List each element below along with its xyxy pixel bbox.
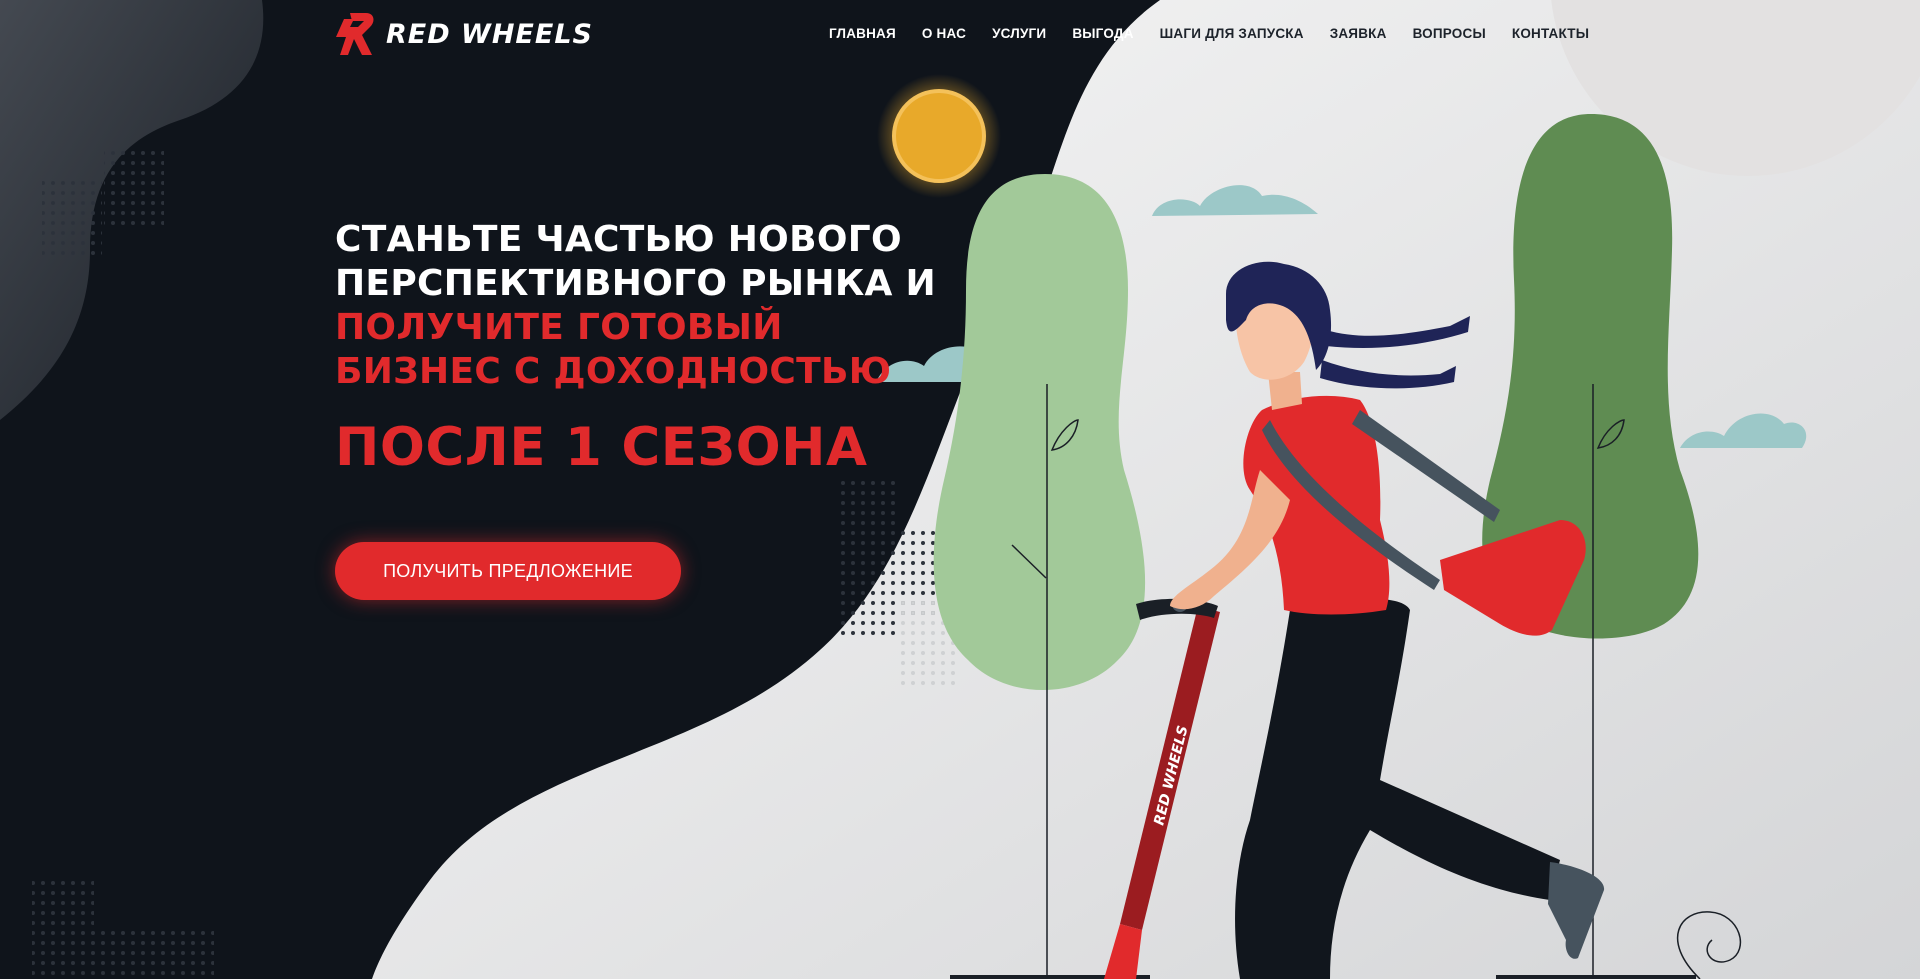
brand-logo[interactable]: RED WHEELS — [336, 12, 593, 56]
dot-grid — [104, 148, 164, 228]
dot-grid — [32, 877, 94, 979]
nav-item-launch-steps[interactable]: ШАГИ ДЛЯ ЗАПУСКА — [1160, 26, 1304, 41]
nav-item-contacts[interactable]: КОНТАКТЫ — [1512, 26, 1589, 41]
brand-name: RED WHEELS — [386, 18, 593, 50]
site-header: RED WHEELS ГЛАВНАЯ О НАС УСЛУГИ ВЫГОДА Ш… — [0, 0, 1920, 72]
background-illustration: RED WHEELS — [0, 0, 1920, 979]
hero-highlight: ПОСЛЕ 1 СЕЗОНА — [335, 417, 868, 478]
nav-item-home[interactable]: ГЛАВНАЯ — [829, 26, 896, 41]
nav-item-application[interactable]: ЗАЯВКА — [1330, 26, 1387, 41]
nav-item-faq[interactable]: ВОПРОСЫ — [1413, 26, 1486, 41]
nav-item-about[interactable]: О НАС — [922, 26, 966, 41]
sun-icon — [892, 89, 986, 183]
get-offer-button[interactable]: ПОЛУЧИТЬ ПРЕДЛОЖЕНИЕ — [335, 542, 681, 600]
dot-grid — [94, 930, 214, 979]
hero-headline-line: СТАНЬТЕ ЧАСТЬЮ НОВОГО — [335, 219, 902, 260]
hero-text: СТАНЬТЕ ЧАСТЬЮ НОВОГО ПЕРСПЕКТИВНОГО РЫН… — [335, 218, 975, 478]
hero-headline-line: ПЕРСПЕКТИВНОГО РЫНКА И — [335, 263, 936, 304]
dot-grid — [42, 178, 102, 258]
main-nav: ГЛАВНАЯ О НАС УСЛУГИ ВЫГОДА ШАГИ ДЛЯ ЗАП… — [829, 26, 1589, 41]
dot-grid — [836, 475, 896, 635]
hero-stage: RED WHEELS RED WHEELS ГЛАВНАЯ О НАС УСЛУ… — [0, 0, 1920, 979]
hero-headline-line: БИЗНЕС С ДОХОДНОСТЬЮ — [335, 351, 892, 392]
lightning-bolt-r-logo-icon — [336, 13, 374, 55]
ground-line — [1496, 975, 1696, 979]
nav-item-services[interactable]: УСЛУГИ — [992, 26, 1046, 41]
nav-item-benefits[interactable]: ВЫГОДА — [1072, 26, 1133, 41]
hero-headline-line: ПОЛУЧИТЕ ГОТОВЫЙ — [335, 307, 783, 348]
